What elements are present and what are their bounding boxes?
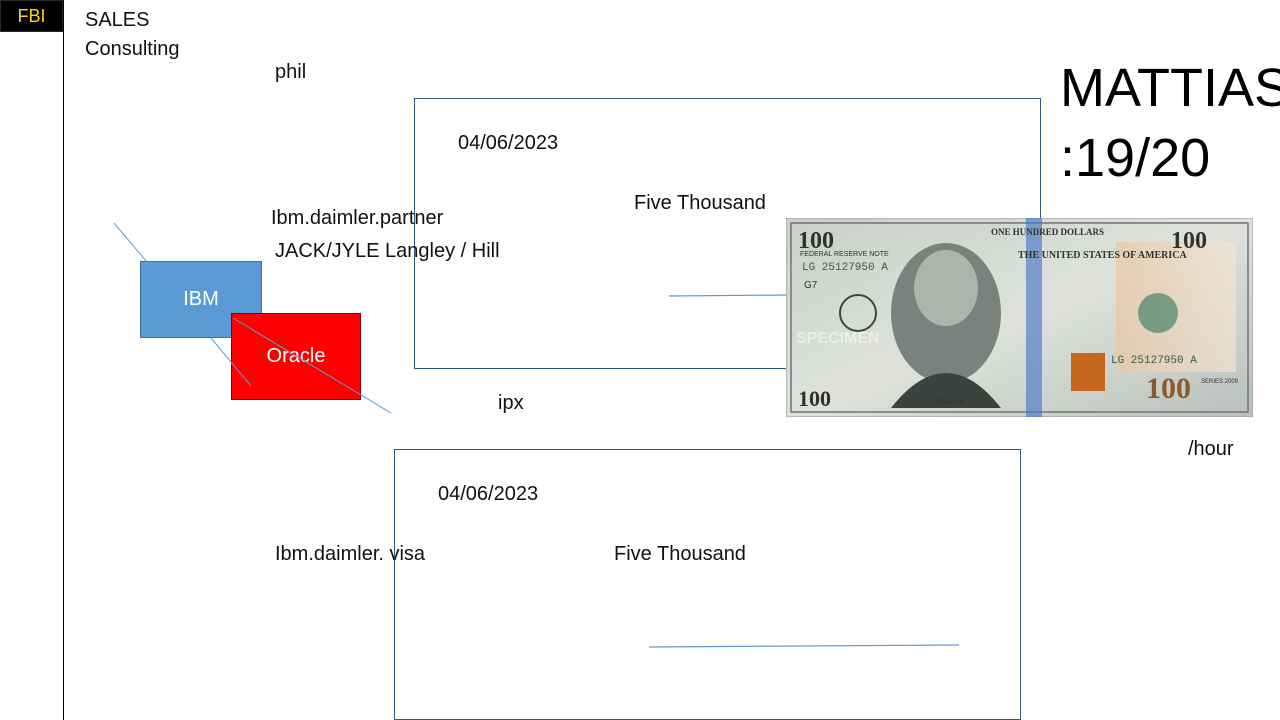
check-1-date: 04/06/2023 (458, 132, 559, 154)
bill-country: THE UNITED STATES OF AMERICA (1018, 250, 1188, 261)
fbi-badge: FBI (0, 0, 63, 32)
green-seal (1138, 293, 1178, 333)
liberty-bell (1071, 353, 1105, 391)
bill-note-type: FEDERAL RESERVE NOTE (800, 251, 889, 258)
sales-heading: SALES (85, 9, 150, 31)
oracle-box: Oracle (231, 313, 361, 400)
check-2-date: 04/06/2023 (438, 483, 539, 505)
ibm-box-label: IBM (183, 288, 219, 310)
title-name: MATTIAS (1060, 58, 1280, 118)
partner-label: Ibm.daimler.partner (271, 207, 444, 229)
left-divider (63, 0, 64, 720)
names-label: JACK/JYLE Langley / Hill (275, 240, 500, 262)
per-hour-label: /hour (1188, 438, 1234, 460)
bill-denomination-bl: 100 (798, 386, 831, 411)
consulting-heading: Consulting (85, 38, 180, 60)
bill-serial-left: LG 25127950 A (802, 262, 888, 274)
title-score: :19/20 (1060, 128, 1211, 188)
bill-portrait-label: FRANKLIN (936, 400, 966, 406)
bill-watermark: SPECIMEN (796, 330, 880, 347)
bill-denomination-br: 100 (1146, 372, 1191, 405)
connector-top-left (113, 222, 148, 263)
bill-header: ONE HUNDRED DOLLARS (991, 227, 1104, 237)
check-2-amount: Five Thousand (614, 543, 746, 565)
ipx-label: ipx (498, 392, 524, 414)
phil-label: phil (275, 61, 307, 83)
bill-serial-right: LG 25127950 A (1111, 355, 1197, 367)
visa-label: Ibm.daimler. visa (275, 543, 426, 565)
fbi-badge-label: FBI (17, 6, 46, 26)
bill-series: SERIES 2009 (1201, 379, 1239, 385)
check-1-amount: Five Thousand (634, 192, 766, 214)
hundred-dollar-bill: 100 100 100 100 ONE HUNDRED DOLLARS THE … (786, 218, 1253, 417)
bill-plate: G7 (804, 280, 818, 291)
oracle-box-label: Oracle (266, 345, 326, 367)
security-ribbon (1026, 218, 1042, 417)
